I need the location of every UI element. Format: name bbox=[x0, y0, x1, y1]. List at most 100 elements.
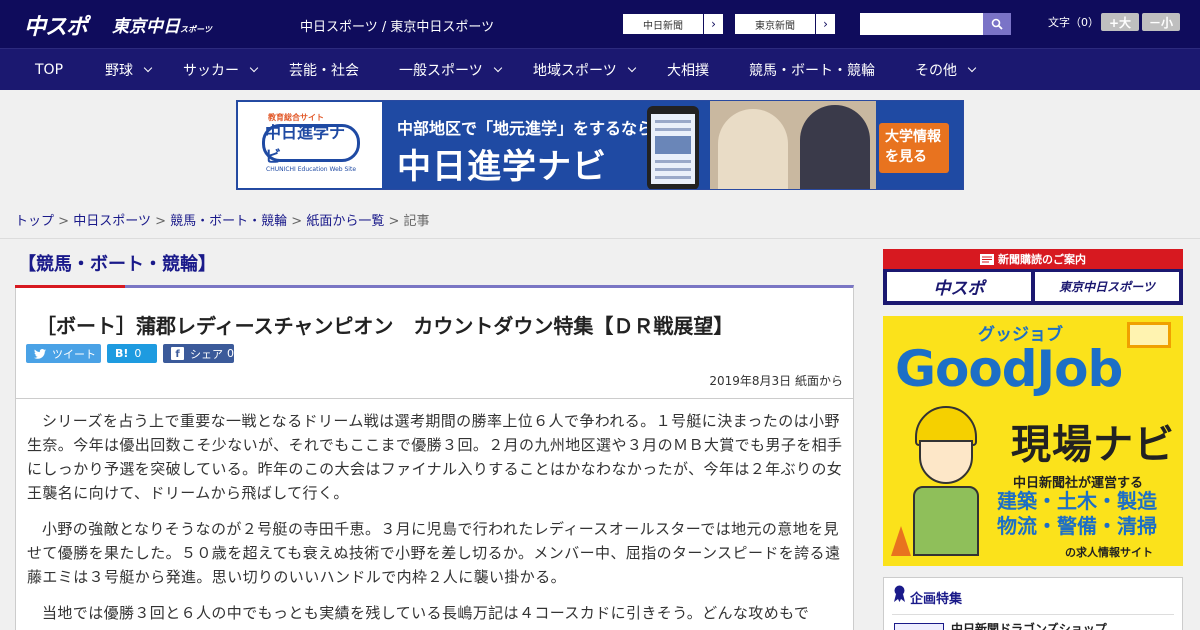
nav-item-local-sports[interactable]: 地域スポーツ bbox=[533, 49, 636, 91]
font-larger-button[interactable]: +大 bbox=[1101, 13, 1139, 31]
goodjob-main-title: 現場ナビ bbox=[1011, 422, 1175, 468]
traffic-cone-icon bbox=[891, 526, 911, 556]
banner-tagline: 中部地区で「地元進学」をするなら bbox=[397, 119, 654, 138]
banner-logo: 教育総合サイト 中日進学ナビ CHUNICHI Education Web Si… bbox=[238, 102, 382, 188]
nav-item-baseball[interactable]: 野球 bbox=[105, 49, 153, 91]
chusupo-logo[interactable]: 中スポ bbox=[24, 9, 88, 41]
banner-logo-main: 中日進学ナビ bbox=[262, 123, 360, 166]
nav-label: TOP bbox=[35, 62, 64, 78]
smartphone-image bbox=[647, 106, 699, 189]
tokyo-logo-small: スポーツ bbox=[180, 25, 212, 34]
twitter-bird-icon bbox=[34, 348, 46, 359]
banner-logo-sub: CHUNICHI Education Web Site bbox=[266, 166, 357, 173]
subscription-title-text: 新聞購読のご案内 bbox=[998, 253, 1086, 266]
nav-item-entertainment[interactable]: 芸能・社会 bbox=[289, 49, 359, 91]
subscribe-chusupo-button[interactable]: 中スポ bbox=[887, 272, 1031, 301]
students-photo bbox=[710, 101, 876, 189]
feature-title: 企画特集 bbox=[910, 592, 963, 607]
nav-item-soccer[interactable]: サッカー bbox=[183, 49, 259, 91]
goodjob-ad-banner[interactable]: グッジョブ GoodJob 現場ナビ 中日新聞社が運営する 建築・土木・製造 物… bbox=[883, 316, 1183, 566]
facebook-share-button[interactable]: f シェア 0 bbox=[163, 344, 234, 363]
tweet-label: ツイート bbox=[52, 347, 96, 361]
nav-item-sumo[interactable]: 大相撲 bbox=[667, 49, 709, 91]
facebook-icon: f bbox=[171, 347, 184, 360]
nav-label: サッカー bbox=[183, 63, 239, 79]
breadcrumb-link-chunichi-sports[interactable]: 中日スポーツ bbox=[73, 214, 151, 229]
chevron-down-icon bbox=[967, 63, 977, 73]
nav-item-racing[interactable]: 競馬・ボート・競輪 bbox=[749, 49, 875, 91]
search-button[interactable] bbox=[983, 13, 1011, 35]
feature-item-link[interactable]: 中日新聞ドラゴンズショップ bbox=[951, 620, 1107, 630]
divider bbox=[0, 238, 1200, 239]
breadcrumb-link-top[interactable]: トップ bbox=[15, 214, 54, 229]
hatena-icon: B! bbox=[115, 347, 129, 360]
article-paragraph: シリーズを占う上で重要な一戦となるドリーム戦は選考期間の勝率上位６人で争われる。… bbox=[27, 412, 843, 502]
nav-item-other[interactable]: その他 bbox=[915, 49, 977, 91]
truck-icon bbox=[1127, 322, 1171, 348]
site-names: 中日スポーツ / 東京中日スポーツ bbox=[300, 20, 495, 35]
font-smaller-button[interactable]: －小 bbox=[1142, 13, 1180, 31]
nav-label: 競馬・ボート・競輪 bbox=[749, 63, 875, 79]
accent-bar bbox=[15, 285, 125, 288]
nav-label: その他 bbox=[915, 63, 957, 79]
worker-illustration bbox=[901, 402, 991, 562]
search-input[interactable] bbox=[860, 13, 983, 35]
breadcrumb-separator: > bbox=[155, 214, 166, 229]
breadcrumb-separator: > bbox=[291, 214, 303, 229]
chunichi-shimbun-button[interactable]: 中日新聞 › bbox=[622, 13, 724, 35]
breadcrumb-link-racing[interactable]: 競馬・ボート・競輪 bbox=[170, 214, 287, 229]
subscription-title: 新聞購読のご案内 bbox=[883, 249, 1183, 269]
newspaper-icon bbox=[980, 253, 994, 265]
goodjob-logo: GoodJob bbox=[895, 340, 1123, 398]
facebook-share-count: 0 bbox=[227, 347, 234, 360]
nav-label: 芸能・社会 bbox=[289, 63, 359, 79]
nav-label: 地域スポーツ bbox=[533, 63, 617, 79]
chevron-right-icon: › bbox=[703, 14, 723, 34]
subscribe-tokyo-chunichi-button[interactable]: 東京中日スポーツ bbox=[1035, 272, 1179, 301]
breadcrumb-current: 記事 bbox=[403, 214, 430, 229]
article-paragraph: 当地では優勝３回と６人の中でもっとも実績を残している長嶋万記は４コースカドに引き… bbox=[42, 604, 810, 622]
divider bbox=[892, 614, 1174, 615]
site-header: 中スポ 東京中日スポーツ 中日スポーツ / 東京中日スポーツ 中日新聞 › 東京… bbox=[0, 0, 1200, 48]
goodjob-categories-line-1: 建築・土木・製造 bbox=[997, 489, 1157, 513]
banner-cta-button[interactable]: 大学情報を見る bbox=[879, 123, 949, 173]
article-date: 2019年8月3日 紙面から bbox=[709, 374, 843, 388]
chevron-down-icon bbox=[143, 63, 153, 73]
nav-item-top[interactable]: TOP bbox=[35, 49, 63, 91]
hatena-bookmark-button[interactable]: B! 0 bbox=[107, 344, 157, 363]
chunichi-shimbun-label: 中日新聞 bbox=[643, 20, 683, 32]
tweet-button[interactable]: ツイート bbox=[26, 344, 101, 363]
nav-label: 一般スポーツ bbox=[399, 63, 483, 79]
breadcrumb: トップ > 中日スポーツ > 競馬・ボート・競輪 > 紙面から一覧 > 記事 bbox=[15, 210, 430, 229]
tokyo-shimbun-button[interactable]: 東京新聞 › bbox=[734, 13, 836, 35]
chevron-right-icon: › bbox=[815, 14, 835, 34]
search-icon bbox=[991, 18, 1003, 30]
feature-thumbnail[interactable] bbox=[894, 623, 944, 630]
goodjob-categories-line-2: 物流・警備・清掃 bbox=[997, 514, 1157, 538]
breadcrumb-separator: > bbox=[58, 214, 70, 229]
article-paragraph: 小野の強敵となりそうなのが２号艇の寺田千恵。３月に児島で行われたレディースオール… bbox=[27, 520, 841, 586]
banner-title: 中日進学ナビ bbox=[397, 147, 607, 187]
font-size-label: 文字（0） bbox=[1048, 16, 1099, 29]
tokyo-chunichi-logo[interactable]: 東京中日スポーツ bbox=[112, 12, 212, 37]
chevron-down-icon bbox=[493, 63, 502, 73]
chevron-down-icon bbox=[249, 63, 259, 73]
shingaku-navi-banner[interactable]: 教育総合サイト 中日進学ナビ CHUNICHI Education Web Si… bbox=[236, 100, 964, 190]
breadcrumb-separator: > bbox=[388, 214, 400, 229]
article-title: ［ボート］蒲郡レディースチャンピオン カウントダウン特集【ＤＲ戦展望】 bbox=[36, 314, 734, 338]
goodjob-footer: の求人情報サイト bbox=[1065, 546, 1153, 559]
nav-item-general-sports[interactable]: 一般スポーツ bbox=[399, 49, 502, 91]
hatena-count: 0 bbox=[134, 347, 142, 360]
main-nav: TOP 野球 サッカー 芸能・社会 一般スポーツ 地域スポーツ 大相撲 競馬・ボ… bbox=[0, 48, 1200, 90]
tokyo-shimbun-label: 東京新聞 bbox=[755, 20, 795, 32]
article-header: ［ボート］蒲郡レディースチャンピオン カウントダウン特集【ＤＲ戦展望】 ツイート… bbox=[15, 285, 854, 399]
facebook-share-label: シェア bbox=[190, 347, 223, 361]
nav-label: 野球 bbox=[105, 63, 133, 79]
nav-label: 大相撲 bbox=[667, 63, 709, 79]
tokyo-logo-text: 東京中日 bbox=[112, 17, 180, 37]
article-body: シリーズを占う上で重要な一戦となるドリーム戦は選考期間の勝率上位６人で争われる。… bbox=[15, 399, 854, 630]
breadcrumb-link-paper-list[interactable]: 紙面から一覧 bbox=[306, 214, 384, 229]
feature-box: 企画特集 中日新聞ドラゴンズショップ bbox=[883, 577, 1183, 630]
ribbon-badge-icon bbox=[894, 585, 905, 602]
section-title: 【競馬・ボート・競輪】 bbox=[18, 254, 216, 275]
